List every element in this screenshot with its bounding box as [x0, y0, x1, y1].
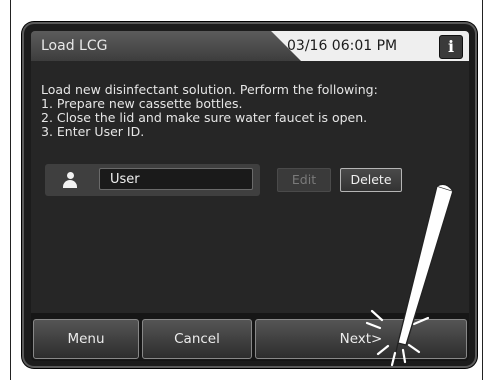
device-bezel: Load LCG 03/16 06:01 PM i Load new disin… [22, 22, 477, 368]
menu-button[interactable]: Menu [33, 319, 139, 359]
instruction-line: Load new disinfectant solution. Perform … [41, 82, 378, 97]
border-line-left [10, 0, 11, 380]
instruction-line: 1. Prepare new cassette bottles. [41, 96, 243, 111]
user-id-row: User [45, 164, 260, 196]
border-line-right [482, 0, 483, 380]
cancel-button[interactable]: Cancel [142, 319, 252, 359]
user-id-field[interactable]: User [99, 168, 253, 190]
next-button[interactable]: Next> [255, 319, 467, 359]
instructions-text: Load new disinfectant solution. Perform … [41, 83, 461, 139]
delete-button[interactable]: Delete [340, 168, 402, 192]
date-time-display: 03/16 06:01 PM [287, 38, 398, 54]
bottom-nav-bar: Menu Cancel Next> [31, 313, 469, 361]
instruction-line: 2. Close the lid and make sure water fau… [41, 110, 368, 125]
info-button[interactable]: i [439, 35, 463, 59]
edit-button[interactable]: Edit [277, 168, 331, 192]
info-icon: i [447, 37, 455, 56]
page-title: Load LCG [41, 38, 108, 54]
header-bar: Load LCG 03/16 06:01 PM i [31, 31, 469, 61]
instruction-line: 3. Enter User ID. [41, 124, 145, 139]
touch-screen: Load LCG 03/16 06:01 PM i Load new disin… [31, 31, 469, 361]
user-icon [63, 172, 77, 188]
